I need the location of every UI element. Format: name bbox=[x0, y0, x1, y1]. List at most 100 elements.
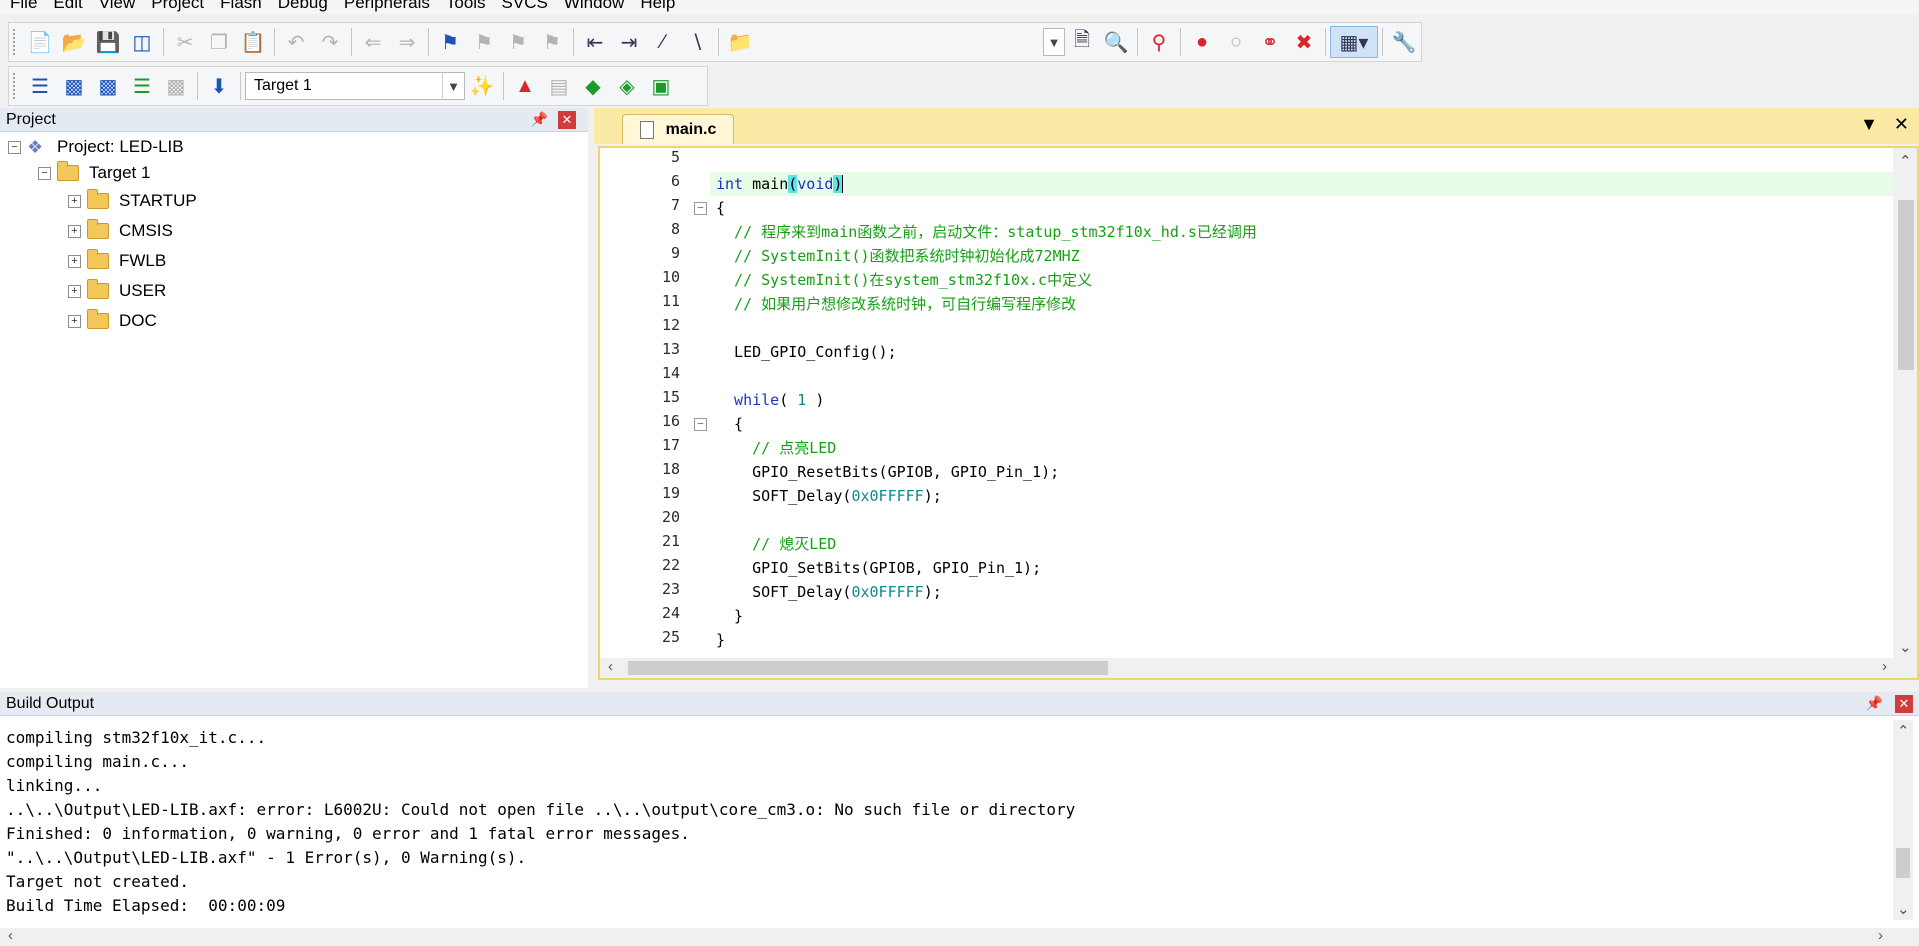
build-output-text[interactable]: compiling stm32f10x_it.c... compiling ma… bbox=[0, 726, 1890, 918]
cut-icon[interactable]: ✂ bbox=[168, 26, 202, 58]
rebuild-icon[interactable]: ▩ bbox=[91, 70, 125, 102]
menu-help[interactable]: Help bbox=[632, 0, 683, 13]
editor-vertical-scrollbar[interactable]: ⌃ ⌄ bbox=[1893, 148, 1917, 658]
close-icon[interactable]: ✕ bbox=[1895, 694, 1913, 713]
scroll-left-icon[interactable]: ‹ bbox=[608, 658, 613, 675]
pin-icon[interactable]: 📌 bbox=[531, 111, 548, 128]
menu-peripherals[interactable]: Peripherals bbox=[336, 0, 438, 13]
toolbar-separator bbox=[428, 28, 429, 56]
kill-breakpoints-icon[interactable]: ✖ bbox=[1287, 26, 1321, 58]
tree-item-group[interactable]: + CMSIS bbox=[68, 218, 173, 244]
tab-list-icon[interactable]: ▼ bbox=[1860, 114, 1878, 135]
editor-horizontal-scrollbar[interactable]: ‹ › bbox=[600, 658, 1917, 678]
pin-icon[interactable]: 📌 bbox=[1866, 695, 1883, 712]
stop-build-icon[interactable]: ▩ bbox=[159, 70, 193, 102]
menu-svcs[interactable]: SVCS bbox=[494, 0, 556, 13]
expand-icon[interactable]: + bbox=[68, 224, 81, 238]
build-icon[interactable]: ▩ bbox=[57, 70, 91, 102]
target-options-icon[interactable]: ✨ bbox=[465, 70, 499, 102]
navigate-forward-icon[interactable]: ⇒ bbox=[390, 26, 424, 58]
chevron-down-icon[interactable]: ▼ bbox=[1044, 29, 1064, 55]
copy-icon[interactable]: ❐ bbox=[202, 26, 236, 58]
file-extensions-icon[interactable]: ▲ bbox=[508, 70, 542, 102]
menu-edit[interactable]: Edit bbox=[45, 0, 90, 13]
undo-icon[interactable]: ↶ bbox=[279, 26, 313, 58]
manage-run-time-environment-icon[interactable]: ◆ bbox=[576, 70, 610, 102]
enable-breakpoint-icon[interactable]: ○ bbox=[1219, 26, 1253, 58]
code-editor[interactable]: 5 6 7 8 9 10 11 12 13 14 15 16 17 18 19 … bbox=[598, 146, 1919, 680]
paste-icon[interactable]: 📋 bbox=[236, 26, 270, 58]
indent-icon[interactable]: ⇤ bbox=[578, 26, 612, 58]
tree-item-group[interactable]: + FWLB bbox=[68, 248, 166, 274]
insert-breakpoint-icon[interactable]: ● bbox=[1185, 26, 1219, 58]
chevron-down-icon[interactable]: ▼ bbox=[442, 73, 464, 99]
batch-build-icon[interactable]: ☰ bbox=[125, 70, 159, 102]
tree-item-project[interactable]: − ❖ Project: LED-LIB bbox=[8, 134, 184, 160]
clear-bookmarks-icon[interactable]: ⚑ bbox=[535, 26, 569, 58]
collapse-icon[interactable]: − bbox=[8, 140, 21, 154]
manage-multi-project-icon[interactable]: ▤ bbox=[542, 70, 576, 102]
new-file-icon[interactable]: 📄 bbox=[23, 26, 57, 58]
select-software-packs-icon[interactable]: ◈ bbox=[610, 70, 644, 102]
disable-breakpoints-icon[interactable]: ⚭ bbox=[1253, 26, 1287, 58]
scroll-down-icon[interactable]: ⌄ bbox=[1897, 900, 1910, 918]
debug-session-icon[interactable]: ⚲ bbox=[1142, 26, 1176, 58]
expand-icon[interactable]: + bbox=[68, 284, 81, 298]
incremental-find-icon[interactable]: 🔍 bbox=[1099, 26, 1133, 58]
comment-icon[interactable]: ∕ bbox=[646, 26, 680, 58]
previous-bookmark-icon[interactable]: ⚑ bbox=[467, 26, 501, 58]
uncomment-icon[interactable]: ∖ bbox=[680, 26, 714, 58]
build-horizontal-scrollbar[interactable]: ‹ › bbox=[0, 927, 1919, 946]
unindent-icon[interactable]: ⇥ bbox=[612, 26, 646, 58]
expand-icon[interactable]: + bbox=[68, 254, 81, 268]
scroll-thumb[interactable] bbox=[1898, 200, 1914, 370]
toolbar-grip[interactable] bbox=[13, 29, 19, 55]
save-icon[interactable]: 💾 bbox=[91, 26, 125, 58]
tree-item-group[interactable]: + USER bbox=[68, 278, 166, 304]
tree-item-group[interactable]: + STARTUP bbox=[68, 188, 197, 214]
collapse-icon[interactable]: − bbox=[38, 166, 51, 180]
bookmark-icon[interactable]: ⚑ bbox=[433, 26, 467, 58]
close-icon[interactable]: ✕ bbox=[558, 110, 576, 129]
expand-icon[interactable]: + bbox=[68, 314, 81, 328]
menu-window[interactable]: Window bbox=[556, 0, 632, 13]
menu-tools[interactable]: Tools bbox=[438, 0, 494, 13]
code-area[interactable]: int main(void) { // 程序来到main函数之前，启动文件：st… bbox=[710, 148, 1895, 658]
open-file-icon[interactable]: 📂 bbox=[57, 26, 91, 58]
scroll-left-icon[interactable]: ‹ bbox=[8, 927, 13, 944]
scroll-up-icon[interactable]: ⌃ bbox=[1899, 152, 1912, 170]
scroll-up-icon[interactable]: ⌃ bbox=[1897, 722, 1910, 740]
target-select[interactable]: Target 1 ▼ bbox=[245, 72, 465, 100]
scroll-down-icon[interactable]: ⌄ bbox=[1899, 638, 1912, 656]
menu-project[interactable]: Project bbox=[143, 0, 212, 13]
save-all-icon[interactable]: ◫ bbox=[125, 26, 159, 58]
find-icon[interactable]: 🗎 bbox=[1065, 26, 1099, 58]
expand-icon[interactable]: + bbox=[68, 194, 81, 208]
menu-view[interactable]: View bbox=[91, 0, 144, 13]
next-bookmark-icon[interactable]: ⚑ bbox=[501, 26, 535, 58]
collapse-icon[interactable]: − bbox=[694, 202, 707, 215]
close-tab-icon[interactable]: ✕ bbox=[1894, 114, 1909, 135]
tree-item-target[interactable]: − Target 1 bbox=[38, 160, 150, 186]
find-in-files-icon[interactable]: 📁 bbox=[723, 26, 757, 58]
build-vertical-scrollbar[interactable]: ⌃ ⌄ bbox=[1893, 720, 1913, 920]
toolbar-grip[interactable] bbox=[13, 73, 19, 99]
translate-icon[interactable]: ☰ bbox=[23, 70, 57, 102]
download-load-icon[interactable]: ⬇ bbox=[202, 70, 236, 102]
menu-flash[interactable]: Flash bbox=[212, 0, 270, 13]
collapse-icon[interactable]: − bbox=[694, 418, 707, 431]
scroll-right-icon[interactable]: › bbox=[1882, 658, 1887, 675]
navigate-back-icon[interactable]: ⇐ bbox=[356, 26, 390, 58]
tab-main-c[interactable]: main.c bbox=[622, 114, 734, 144]
find-combo[interactable]: ▼ bbox=[1043, 28, 1065, 56]
scroll-thumb[interactable] bbox=[628, 661, 1108, 675]
pack-installer-icon[interactable]: ▣ bbox=[644, 70, 678, 102]
tree-item-group[interactable]: + DOC bbox=[68, 308, 157, 334]
window-layout-icon[interactable]: ▦▾ bbox=[1330, 26, 1378, 58]
scroll-right-icon[interactable]: › bbox=[1878, 927, 1883, 944]
redo-icon[interactable]: ↷ bbox=[313, 26, 347, 58]
scroll-thumb[interactable] bbox=[1896, 848, 1910, 878]
configure-icon[interactable]: 🔧 bbox=[1387, 26, 1421, 58]
menu-file[interactable]: File bbox=[0, 0, 45, 13]
menu-debug[interactable]: Debug bbox=[270, 0, 336, 13]
